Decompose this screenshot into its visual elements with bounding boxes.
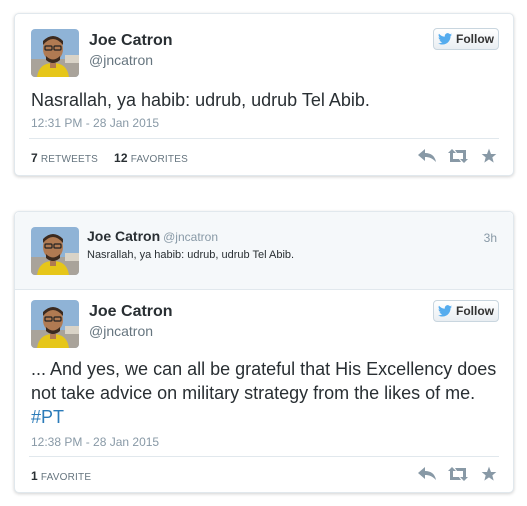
follow-button[interactable]: Follow	[433, 28, 499, 50]
favorite-star-icon[interactable]	[479, 466, 499, 482]
tweet-timestamp[interactable]: 12:31 PM - 28 Jan 2015	[31, 116, 159, 130]
favorites-stat[interactable]: 1 FAVORITE	[31, 469, 91, 483]
parent-author[interactable]: Joe Catron @jncatron	[87, 228, 218, 244]
tweet-text: ... And yes, we can all be grateful that…	[31, 359, 497, 427]
retweets-stat[interactable]: 7 RETWEETS	[31, 151, 98, 165]
parent-age[interactable]: 3h	[484, 231, 497, 245]
author-handle[interactable]: @jncatron	[89, 52, 153, 68]
author-name[interactable]: Joe Catron	[89, 32, 173, 50]
parent-handle[interactable]: @jncatron	[163, 230, 218, 244]
follow-button[interactable]: Follow	[433, 300, 499, 322]
author-handle[interactable]: @jncatron	[89, 323, 153, 339]
favorites-stat[interactable]: 12 FAVORITES	[114, 151, 188, 165]
tweet-timestamp[interactable]: 12:38 PM - 28 Jan 2015	[31, 435, 159, 449]
tweet-text: Nasrallah, ya habib: udrub, udrub Tel Ab…	[31, 90, 370, 110]
hashtag-link[interactable]: #PT	[31, 407, 64, 427]
retweet-icon[interactable]	[448, 148, 468, 164]
follow-label: Follow	[456, 32, 494, 46]
tweet-card-1: Joe Catron @jncatron Follow Nasrallah, y…	[14, 13, 514, 176]
avatar[interactable]	[31, 300, 79, 348]
avatar[interactable]	[31, 227, 79, 275]
tweet-card-2: Joe Catron @jncatron Nasrallah, ya habib:…	[14, 211, 514, 493]
favorite-star-icon[interactable]	[479, 148, 499, 164]
parent-tweet[interactable]: Joe Catron @jncatron Nasrallah, ya habib:…	[15, 212, 513, 290]
author-name[interactable]: Joe Catron	[89, 303, 173, 321]
retweet-icon[interactable]	[448, 466, 468, 482]
twitter-bird-icon	[438, 305, 452, 317]
reply-icon[interactable]	[417, 466, 437, 482]
tweet-actions	[417, 148, 499, 164]
follow-label: Follow	[456, 304, 494, 318]
twitter-bird-icon	[438, 33, 452, 45]
tweet-stats: 7 RETWEETS 12 FAVORITES	[31, 151, 188, 165]
tweet-actions	[417, 466, 499, 482]
parent-text: Nasrallah, ya habib: udrub, udrub Tel Ab…	[87, 249, 295, 261]
divider	[29, 138, 499, 139]
tweet-stats: 1 FAVORITE	[31, 469, 91, 483]
avatar[interactable]	[31, 29, 79, 77]
divider	[29, 456, 499, 457]
reply-icon[interactable]	[417, 148, 437, 164]
